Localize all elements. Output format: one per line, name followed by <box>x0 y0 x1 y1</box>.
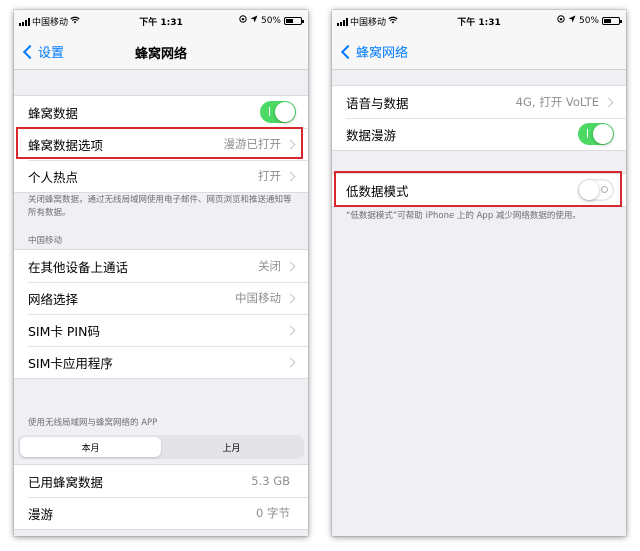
low-data-footnote: “低数据模式”可帮助 iPhone 上的 App 减少网络数据的使用。 <box>346 211 581 221</box>
row-label: 蜂窝数据选项 <box>28 137 104 153</box>
row-value: 0 字节 <box>256 506 290 520</box>
row-label: SIM卡 PIN码 <box>28 323 100 339</box>
network-selection-row[interactable]: 网络选择 中国移动 <box>14 282 308 314</box>
carrier-section-header: 中国移动 <box>28 236 63 246</box>
battery-percent: 50% <box>578 15 599 26</box>
row-label: 数据漫游 <box>346 127 397 143</box>
left-phone-screen: 中国移动 下午 1:31 50% 设置 蜂窝网络 蜂窝数据 蜂窝数据选项 漫游已… <box>14 10 308 536</box>
row-label: 漫游 <box>28 506 54 522</box>
cellular-footnote: 关闭蜂窝数据，通过无线局域网使用电子邮件、网页浏览和推送通知等所有数据。 <box>28 195 292 218</box>
usage-group: 已用蜂窝数据 5.3 GB 漫游 0 字节 <box>14 464 308 530</box>
orientation-lock-icon <box>239 15 247 26</box>
chevron-right-icon <box>285 139 296 149</box>
row-label: 已用蜂窝数据 <box>28 474 104 490</box>
chevron-right-icon <box>285 293 296 303</box>
battery-icon <box>284 16 304 25</box>
voice-and-data-row[interactable]: 语音与数据 4G, 打开 VoLTE <box>332 86 626 118</box>
chevron-left-icon <box>340 44 356 59</box>
row-label: 个人热点 <box>28 169 79 185</box>
period-segmented-control: 本月 上月 <box>18 435 304 459</box>
row-value: 打开 <box>258 169 281 183</box>
row-label: 语音与数据 <box>346 95 409 111</box>
row-label: SIM卡应用程序 <box>28 355 113 371</box>
personal-hotspot-row[interactable]: 个人热点 打开 <box>14 160 308 192</box>
row-value: 漫游已打开 <box>223 137 282 151</box>
orientation-lock-icon <box>557 15 565 26</box>
voice-data-group: 语音与数据 4G, 打开 VoLTE 数据漫游 <box>332 85 626 151</box>
battery-percent: 50% <box>260 15 281 26</box>
roaming-usage-row: 漫游 0 字节 <box>14 497 308 529</box>
right-phone-screen: 中国移动 下午 1:31 50% 蜂窝网络 语音与数据 4G, 打开 VoLTE <box>332 10 626 536</box>
back-label: 蜂窝网络 <box>356 46 409 61</box>
data-roaming-row: 数据漫游 <box>332 118 626 150</box>
chevron-right-icon <box>285 171 296 181</box>
navigation-bar: 设置 蜂窝网络 <box>14 32 308 70</box>
cellular-data-toggle[interactable] <box>260 101 296 123</box>
status-bar: 中国移动 下午 1:31 50% <box>14 10 308 32</box>
low-data-group: 低数据模式 <box>332 173 626 207</box>
chevron-right-icon <box>285 325 296 335</box>
low-data-mode-toggle[interactable] <box>578 179 614 201</box>
location-icon <box>568 15 576 26</box>
cellular-usage-row: 已用蜂窝数据 5.3 GB <box>14 465 308 497</box>
navigation-bar: 蜂窝网络 <box>332 32 626 70</box>
cellular-data-options-row[interactable]: 蜂窝数据选项 漫游已打开 <box>14 128 308 160</box>
row-label: 网络选择 <box>28 291 79 307</box>
segment-last-month[interactable]: 上月 <box>161 437 302 457</box>
low-data-mode-row: 低数据模式 <box>332 174 626 206</box>
chevron-right-icon <box>285 357 296 367</box>
row-label: 蜂窝数据 <box>28 105 79 121</box>
data-roaming-toggle[interactable] <box>578 123 614 145</box>
calls-other-devices-row[interactable]: 在其他设备上通话 关闭 <box>14 250 308 282</box>
location-icon <box>250 15 258 26</box>
row-label: 在其他设备上通话 <box>28 259 129 275</box>
carrier-settings-group: 在其他设备上通话 关闭 网络选择 中国移动 SIM卡 PIN码 SIM卡应用程序 <box>14 249 308 379</box>
sim-apps-row[interactable]: SIM卡应用程序 <box>14 346 308 378</box>
sim-pin-row[interactable]: SIM卡 PIN码 <box>14 314 308 346</box>
row-value: 5.3 GB <box>251 474 290 488</box>
back-button[interactable]: 蜂窝网络 <box>340 42 408 61</box>
page-title: 蜂窝网络 <box>134 47 187 62</box>
chevron-right-icon <box>285 261 296 271</box>
row-value: 中国移动 <box>235 291 281 305</box>
segment-this-month[interactable]: 本月 <box>20 437 161 457</box>
row-value: 4G, 打开 VoLTE <box>515 95 599 109</box>
row-label: 低数据模式 <box>346 183 409 199</box>
chevron-right-icon <box>603 97 614 107</box>
cellular-data-row: 蜂窝数据 <box>14 96 308 128</box>
battery-icon <box>602 16 622 25</box>
row-value: 关闭 <box>258 259 281 273</box>
cellular-settings-group: 蜂窝数据 蜂窝数据选项 漫游已打开 个人热点 打开 <box>14 95 308 193</box>
usage-section-header: 使用无线局域网与蜂窝网络的 APP <box>28 418 158 428</box>
status-bar: 中国移动 下午 1:31 50% <box>332 10 626 32</box>
